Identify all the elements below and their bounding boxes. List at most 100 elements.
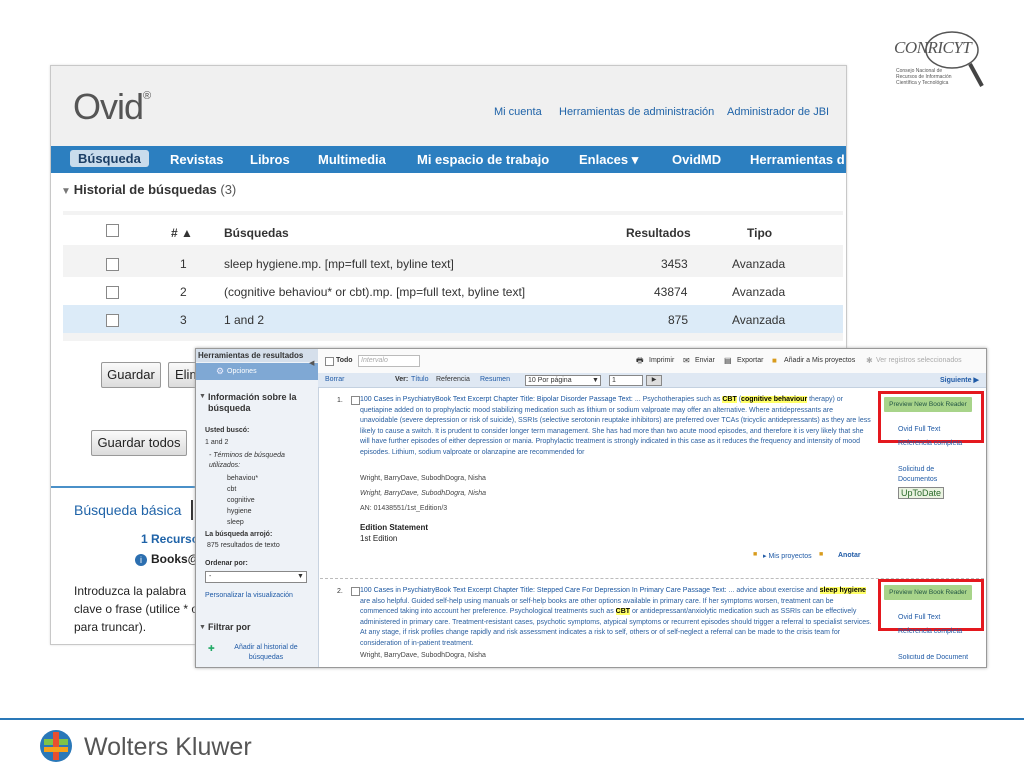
add-projects-button[interactable]: Añadir a Mis proyectos [784, 357, 855, 364]
select-all-checkbox[interactable] [325, 357, 334, 366]
clear-link[interactable]: Borrar [325, 376, 344, 383]
gear-icon[interactable]: ⚙ [216, 366, 224, 377]
result-checkbox[interactable] [351, 396, 360, 405]
results-overlay: Herramientas de resultados ⚙ Opciones ▼ … [195, 348, 987, 668]
collapse-panel-arrow-icon[interactable]: ◀ [309, 359, 314, 367]
row-checkbox[interactable] [106, 258, 119, 271]
row-query[interactable]: sleep hygiene.mp. [mp=full text, byline … [224, 257, 454, 271]
printer-icon[interactable]: 🖶 [636, 355, 644, 369]
result-number: 1. [337, 397, 343, 404]
row-type: Avanzada [732, 285, 786, 299]
row-query[interactable]: 1 and 2 [224, 313, 264, 327]
range-input[interactable]: Intervalo [358, 355, 420, 367]
conricyt-logo: CONRICYT Consejo Nacional de Recursos de… [890, 28, 1000, 90]
my-projects-link[interactable]: ▸ Mis proyectos [763, 552, 812, 560]
go-button[interactable]: ▶ [646, 375, 662, 386]
ovid-full-text-link[interactable]: Ovid Full Text [898, 426, 940, 433]
terms-label: - Términos de búsqueda utilizados: [209, 452, 285, 469]
personalize-link[interactable]: Personalizar la visualización [205, 592, 293, 599]
admin-jbi-link[interactable]: Administrador de JBI [727, 106, 829, 118]
row-results[interactable]: 3453 [661, 257, 688, 271]
table-row: 2 (cognitive behaviou* or cbt).mp. [mp=f… [63, 277, 843, 305]
todo-label[interactable]: Todo [336, 357, 353, 364]
email-icon[interactable]: ✉ [683, 356, 690, 365]
export-icon[interactable]: ▤ [724, 356, 732, 365]
row-num: 1 [180, 257, 187, 271]
row-results[interactable]: 875 [668, 313, 688, 327]
per-page-select[interactable]: 10 Por página ▼ [525, 375, 601, 386]
conricyt-wordmark: CONRICYT [894, 38, 972, 57]
folder-icon[interactable]: ■ [772, 356, 777, 365]
nav-multimedia[interactable]: Multimedia [318, 152, 386, 167]
page-input[interactable]: 1 [609, 375, 643, 386]
result-checkbox[interactable] [351, 587, 360, 596]
nav-herramientas[interactable]: Herramientas d [750, 152, 845, 167]
sort-select[interactable]: - ▼ [205, 571, 307, 583]
guardar-todos-button[interactable]: Guardar todos [91, 430, 187, 456]
annotate-icon[interactable]: ■ [819, 551, 823, 558]
solicitud-documentos-link[interactable]: Solicitud de Documentos [898, 465, 968, 485]
mi-cuenta-link[interactable]: Mi cuenta [494, 106, 542, 118]
returned-label: La búsqueda arrojó: [205, 531, 273, 538]
select-all-checkbox[interactable] [106, 224, 119, 237]
history-count: (3) [220, 182, 237, 197]
annotate-link[interactable]: Anotar [838, 552, 861, 559]
add-history-icon[interactable]: ✚ [208, 644, 215, 653]
view-titulo[interactable]: Título [411, 376, 429, 383]
returned-count: 875 resultados de texto [207, 542, 280, 549]
info-icon[interactable]: i [135, 554, 147, 566]
nav-enlaces[interactable]: Enlaces ▾ [579, 152, 638, 168]
nav-revistas[interactable]: Revistas [170, 152, 223, 167]
result-snippet[interactable]: 100 Cases in PsychiatryBook Text Excerpt… [360, 395, 872, 458]
referencia-completa-link[interactable]: Referencia completa [898, 628, 962, 635]
filter-title: Filtrar por [208, 622, 251, 632]
search-history-header[interactable]: ▼ Historial de búsquedas (3) [61, 182, 236, 197]
result-snippet[interactable]: 100 Cases in PsychiatryBook Text Excerpt… [360, 586, 872, 649]
nav-mi-espacio[interactable]: Mi espacio de trabajo [417, 152, 549, 167]
nav-busqueda[interactable]: Búsqueda [70, 150, 149, 167]
next-link[interactable]: Siguiente ▶ [940, 376, 979, 384]
result-title[interactable]: 100 Cases in PsychiatryBook Text Excerpt… [360, 396, 633, 403]
ovid-logo[interactable]: Ovid® [73, 86, 151, 128]
herramientas-admin-link[interactable]: Herramientas de administración [559, 106, 714, 118]
nav-ovidmd[interactable]: OvidMD [672, 152, 721, 167]
col-num-header[interactable]: # ▲ [171, 226, 193, 240]
options-label[interactable]: Opciones [227, 368, 257, 375]
nav-libros[interactable]: Libros [250, 152, 290, 167]
table-row: 1 sleep hygiene.mp. [mp=full text, bylin… [63, 249, 843, 277]
collapse-icon[interactable]: ▼ [199, 393, 206, 400]
preview-book-reader-button[interactable]: Preview New Book Reader [884, 397, 972, 412]
books-resource: Books@ [151, 552, 200, 566]
col-results-header: Resultados [626, 226, 691, 240]
result-an: AN: 01438551/1st_Edition/3 [360, 505, 448, 512]
row-checkbox[interactable] [106, 314, 119, 327]
row-query[interactable]: (cognitive behaviou* or cbt).mp. [mp=ful… [224, 285, 525, 299]
view-referencia[interactable]: Referencia [436, 376, 470, 383]
folder-icon[interactable]: ■ [753, 551, 757, 558]
uptodate-logo[interactable]: UpToDate [898, 487, 945, 499]
export-button[interactable]: Exportar [737, 357, 763, 364]
results-subtoolbar: Borrar Ver: Título Referencia Resumen 10… [318, 373, 986, 388]
tools-title: Herramientas de resultados [198, 351, 304, 360]
options-bar[interactable] [196, 363, 318, 380]
add-history-link[interactable]: Añadir al historial de búsquedas [226, 643, 306, 663]
basic-search-tab[interactable]: Búsqueda básica [74, 502, 181, 518]
preview-highlight-box: Preview New Book Reader Ovid Full Text [878, 579, 984, 631]
send-button[interactable]: Enviar [695, 357, 715, 364]
row-checkbox[interactable] [106, 286, 119, 299]
view-selected-icon[interactable]: ✱ [866, 356, 873, 365]
referencia-completa-link[interactable]: Referencia completa [898, 440, 962, 447]
guardar-button[interactable]: Guardar [101, 362, 161, 388]
collapse-icon[interactable]: ▼ [199, 624, 206, 631]
result-title[interactable]: 100 Cases in PsychiatryBook Text Excerpt… [360, 587, 727, 594]
view-selected-button[interactable]: Ver registros seleccionados [876, 357, 962, 364]
collapse-triangle-icon[interactable]: ▼ [61, 186, 74, 197]
row-results[interactable]: 43874 [654, 285, 687, 299]
col-type-header: Tipo [747, 226, 773, 240]
preview-book-reader-button[interactable]: Preview New Book Reader [884, 585, 972, 600]
view-resumen[interactable]: Resumen [480, 376, 510, 383]
solicitud-link[interactable]: Solicitud de Documentos [898, 654, 968, 664]
edition-value: 1st Edition [360, 534, 398, 543]
print-button[interactable]: Imprimir [649, 357, 674, 364]
ovid-full-text-link[interactable]: Ovid Full Text [898, 614, 940, 621]
